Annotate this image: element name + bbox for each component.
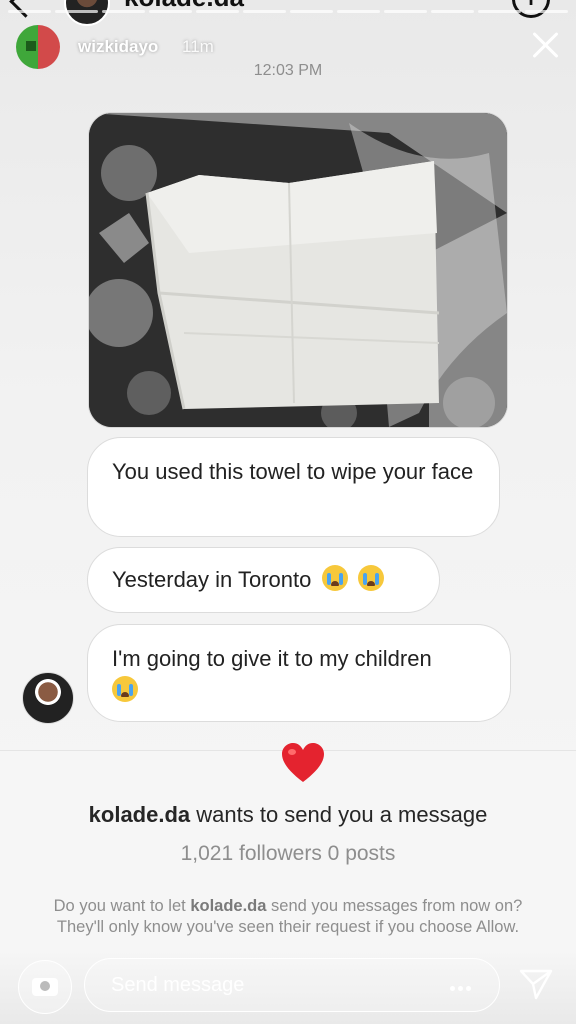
request-title-text: wants to send you a message: [196, 802, 488, 827]
request-desc-prefix: Do you want to let: [53, 897, 186, 915]
request-desc-username: kolade.da: [190, 897, 267, 915]
photo-message[interactable]: [88, 112, 508, 428]
back-arrow-icon[interactable]: [9, 0, 42, 18]
message-bubble[interactable]: You used this towel to wipe your face: [87, 437, 500, 537]
crying-emoji-icon: [321, 565, 348, 591]
message-bubble[interactable]: I'm going to give it to my children: [87, 624, 511, 722]
story-progress: [8, 10, 568, 13]
close-icon[interactable]: [528, 28, 562, 62]
towel-photo: [89, 113, 507, 427]
request-title: kolade.da wants to send you a message: [0, 802, 576, 828]
story-header: wizkidayo 11m: [0, 22, 576, 72]
crying-emoji-icon: [112, 676, 138, 702]
crying-emoji-icon: [357, 565, 384, 591]
story-avatar[interactable]: [16, 25, 60, 69]
send-icon[interactable]: [518, 966, 554, 1002]
message-text: I'm going to give it to my children: [112, 646, 432, 671]
request-username[interactable]: kolade.da: [89, 802, 190, 827]
request-description: Do you want to let kolade.da send you me…: [40, 896, 536, 938]
request-stats: 1,021 followers 0 posts: [180, 842, 396, 865]
info-icon[interactable]: i: [512, 0, 550, 18]
message-bubble[interactable]: Yesterday in Toronto: [87, 547, 440, 613]
message-text: Yesterday in Toronto: [112, 567, 312, 592]
sender-avatar[interactable]: [22, 672, 74, 724]
story-screen: kolade.da i wizkidayo 11m 12:03 PM: [0, 0, 576, 1024]
camera-icon[interactable]: [18, 960, 72, 1014]
message-text: You used this towel to wipe your face: [112, 459, 474, 484]
heart-icon: [282, 743, 324, 782]
story-time: 11m: [182, 37, 214, 56]
more-options-icon[interactable]: [450, 978, 474, 991]
send-message-input[interactable]: [84, 958, 500, 1012]
story-username[interactable]: wizkidayo: [78, 37, 158, 57]
